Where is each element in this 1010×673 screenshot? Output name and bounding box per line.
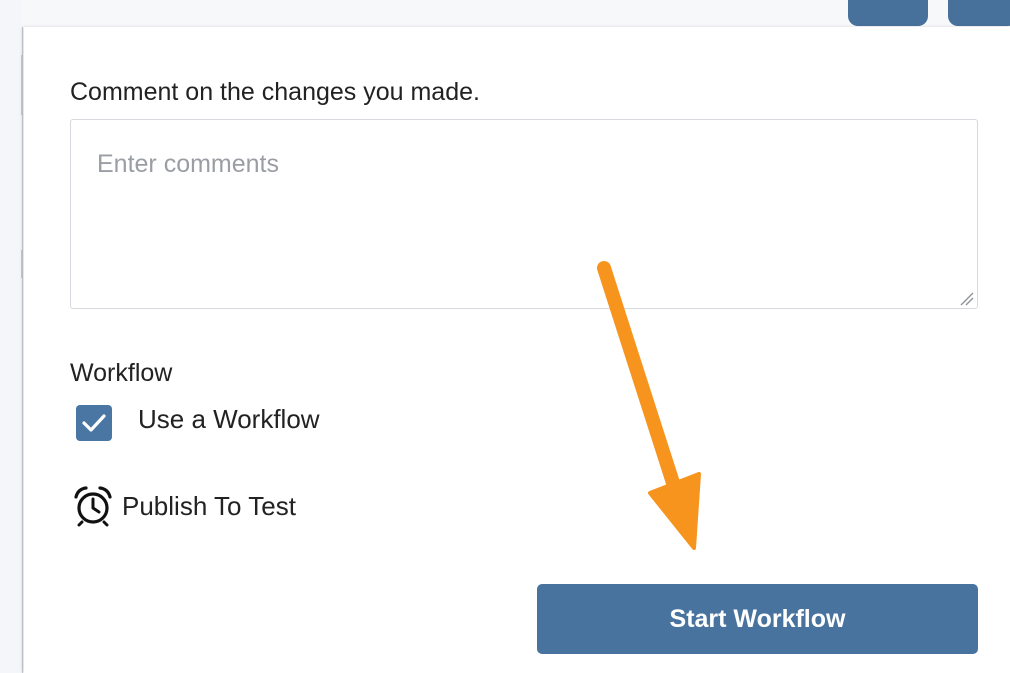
background-button[interactable] [848,0,928,26]
background-divider [21,55,23,115]
background-header [22,0,1010,27]
publish-to-test-label: Publish To Test [122,490,296,521]
comment-label: Comment on the changes you made. [70,78,480,106]
publish-to-test-link[interactable]: Publish To Test [72,486,296,527]
resize-grip-icon[interactable] [957,289,975,307]
alarm-clock-icon [74,486,112,527]
background-button[interactable] [948,0,1010,26]
comments-textarea[interactable] [70,119,978,309]
start-workflow-button[interactable]: Start Workflow [537,584,978,654]
use-workflow-checkbox[interactable] [76,405,112,441]
workflow-section-title: Workflow [70,359,173,387]
background-divider [21,250,23,278]
checkmark-icon [82,414,106,432]
background-page-edge [0,0,23,673]
use-workflow-label[interactable]: Use a Workflow [138,404,320,435]
